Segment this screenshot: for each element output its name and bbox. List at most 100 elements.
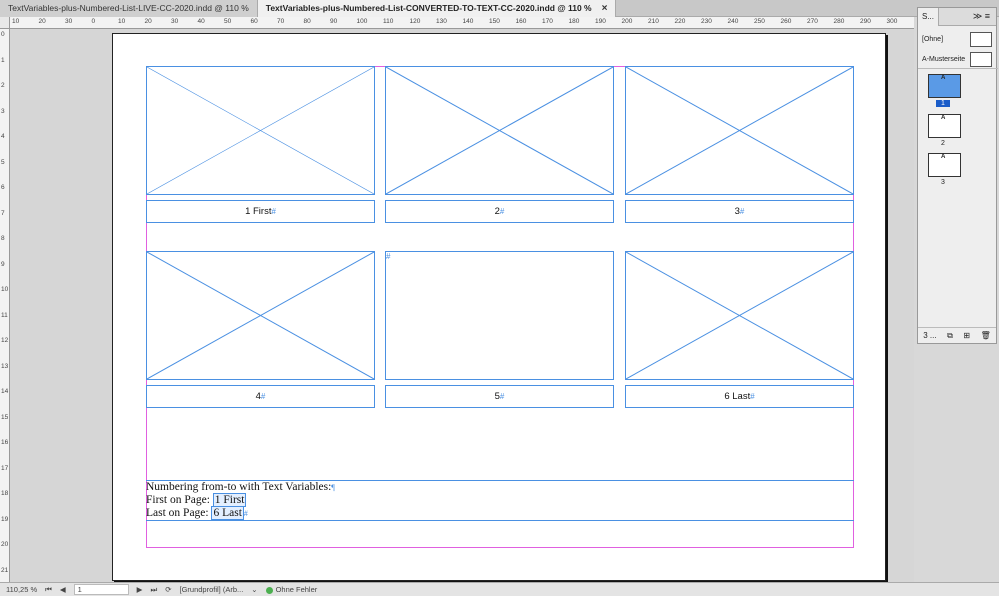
pages-options-icon[interactable]: ⧉ [947,331,953,341]
caption-frame-1[interactable]: 1 First# [146,200,375,223]
ruler-tick-label: 5 [1,158,5,166]
ruler-tick-label: 13 [1,362,9,370]
ruler-tick-label: 100 [356,18,368,25]
new-page-icon[interactable]: ⊞ [963,331,970,340]
ruler-tick-label: 21 [1,566,9,574]
caption-frame-3[interactable]: 3# [625,200,854,223]
text-line-1: Numbering from-to with Text Variables:¶ [146,481,854,494]
ruler-tick-label: 280 [833,18,845,25]
ruler-tick-label: 220 [674,18,686,25]
master-a-row[interactable]: A-Musterseite [918,50,996,68]
master-a-thumb[interactable] [970,51,992,67]
first-variable[interactable]: 1 First [212,493,247,507]
ruler-tick-label: 20 [38,18,46,25]
image-frame-1[interactable] [146,66,375,195]
ruler-tick-label: 10 [118,18,126,25]
ruler-tick-label: 110 [383,18,394,25]
last-label: Last on Page: [146,507,209,519]
ruler-tick-label: 4 [1,133,5,140]
ruler-tick-label: 11 [1,311,8,319]
tab-live-document[interactable]: TextVariables-plus-Numbered-List-LIVE-CC… [0,0,258,17]
ruler-tick-label: 6 [1,184,5,191]
open-page-icon[interactable]: ⟳ [165,585,171,594]
page-thumb-1[interactable]: A [928,74,961,98]
pages-panel-tab[interactable]: S... [918,7,940,26]
ruler-tick-label: 30 [65,18,73,25]
preflight-label: Ohne Fehler [275,585,318,594]
status-bar: 110,25 % ⏮ ◀ 1 ▶ ⏭ ⟳ [Grundprofil] (Arb.… [0,582,999,596]
page-count-label: 3 ... [923,331,937,340]
image-frame-3[interactable] [625,66,854,195]
tab-converted-document[interactable]: TextVariables-plus-Numbered-List-CONVERT… [257,0,617,17]
image-frame-6[interactable] [625,251,854,380]
hidden-char-hash: # [243,509,248,518]
ruler-tick-label: 30 [171,18,179,25]
text-line-2: First on Page: 1 First [146,493,854,507]
last-variable[interactable]: 6 Last [211,506,244,520]
ruler-tick-label: 270 [807,18,818,25]
document-page[interactable]: 1 First# 2# 3# # 4# 5# 6 Last# Numbering… [112,33,886,581]
ruler-tick-label: 250 [754,18,765,25]
document-canvas[interactable]: 1 First# 2# 3# # 4# 5# 6 Last# Numbering… [10,29,914,582]
image-frame-4[interactable] [146,251,375,380]
pages-panel[interactable]: S... ≫ ≡ [Ohne] A-Musterseite A 1 A 2 A … [917,7,998,344]
ruler-tick-label: 120 [409,18,421,25]
zoom-field[interactable]: 110,25 % [6,585,37,594]
chevron-down-icon[interactable]: ⌄ [251,585,257,594]
numbering-text-frame[interactable]: Numbering from-to with Text Variables:¶ … [146,480,854,521]
last-page-icon[interactable]: ⏭ [150,585,157,595]
ruler-tick-label: 150 [489,18,500,25]
ruler-tick-label: 15 [1,413,9,421]
text-frame-5[interactable]: # [385,251,614,380]
ruler-tick-label: 20 [144,18,152,25]
ruler-tick-label: 90 [330,18,338,25]
ruler-tick-label: 18 [1,490,9,497]
prev-page-icon[interactable]: ◀ [60,585,66,594]
tab-label: TextVariables-plus-Numbered-List-CONVERT… [265,3,592,13]
panel-divider [918,68,998,69]
ruler-tick-label: 14 [1,388,9,395]
horizontal-ruler[interactable]: 10 20 30 0 10 20 30 40 50 60 70 80 90 100 110 120 130 140… [10,17,914,29]
ruler-tick-label: 180 [568,18,580,25]
page-field[interactable]: 1 [73,584,129,595]
panel-menu-icon[interactable]: ≫ ≡ [967,11,996,22]
ruler-corner[interactable] [0,17,10,29]
page-thumb-3[interactable]: A [928,153,961,177]
trash-icon[interactable]: 🗑 [981,331,991,340]
ruler-tick-label: 9 [1,260,5,268]
preflight-status[interactable]: Ohne Fehler [265,585,318,594]
page-number-2: 2 [941,140,945,147]
hidden-char-hash: # [260,392,266,401]
ruler-tick-label: 130 [436,18,447,25]
tab-label: TextVariables-plus-Numbered-List-LIVE-CC… [8,3,249,13]
master-none-row[interactable]: [Ohne] [918,30,996,48]
close-icon[interactable]: × [602,0,608,17]
profile-dropdown[interactable]: [Grundprofil] (Arb... [180,585,244,594]
page-thumb-2[interactable]: A [928,114,961,138]
pages-panel-header: S... ≫ ≡ [918,7,996,26]
caption-text: 6 Last [724,391,751,402]
next-page-icon[interactable]: ▶ [137,585,143,594]
caption-frame-2[interactable]: 2# [385,200,614,223]
heading-text: Numbering from-to with Text Variables: [146,481,332,493]
ruler-tick-label: 7 [1,209,5,217]
ruler-tick-label: 60 [250,18,258,25]
master-none-thumb[interactable] [970,31,992,47]
caption-frame-6[interactable]: 6 Last# [625,385,854,408]
first-page-icon[interactable]: ⏮ [45,585,52,595]
ruler-tick-label: 50 [224,18,232,25]
ruler-tick-label: 300 [886,18,898,25]
hidden-char-hash: # [739,207,745,216]
ruler-tick-label: 70 [277,18,285,25]
vertical-ruler[interactable]: 0 1 2 3 4 5 6 7 8 9 10 11 12 13 14 15 16 17 18 19 20 21 [0,29,10,582]
caption-text: 1 First [245,206,272,217]
document-tabs: TextVariables-plus-Numbered-List-LIVE-CC… [0,0,999,17]
hidden-char-hash: # [499,207,505,216]
ruler-tick-label: 20 [1,541,9,548]
hidden-char-hash: # [271,207,276,216]
image-frame-2[interactable] [385,66,614,195]
caption-frame-5[interactable]: 5# [385,385,614,408]
caption-frame-4[interactable]: 4# [146,385,375,408]
ruler-tick-label: 170 [542,18,553,25]
hidden-char-hash: # [499,392,505,401]
